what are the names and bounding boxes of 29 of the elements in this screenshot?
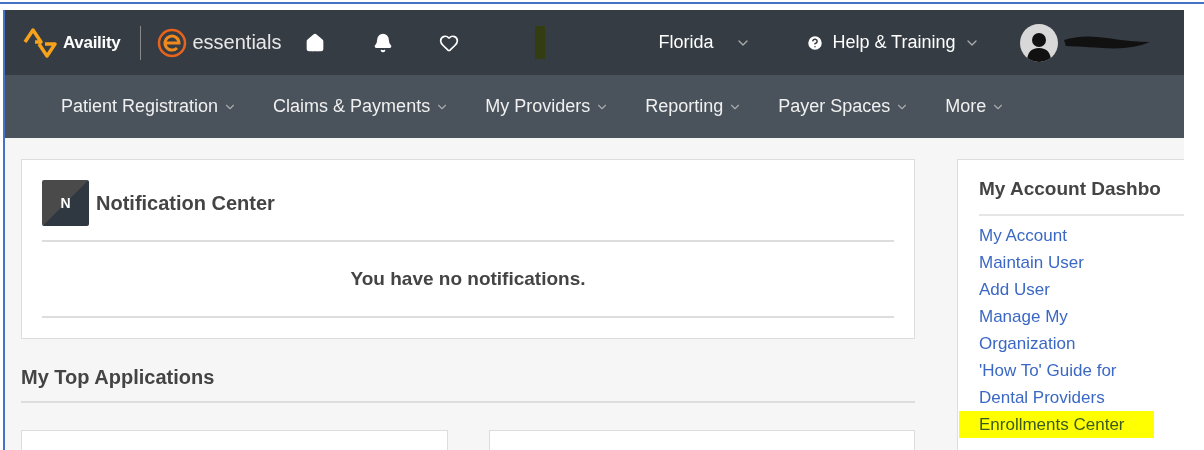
region-dropdown[interactable]: Florida <box>658 32 752 53</box>
nav-menu[interactable]: More <box>945 96 1006 117</box>
help-icon <box>806 33 825 52</box>
nav-menu[interactable]: Payer Spaces <box>778 96 910 117</box>
panel-title: My Account Dashbo <box>979 178 1184 216</box>
dashboard-link[interactable]: Enrollments Center <box>959 411 1154 438</box>
empty-message: You have no notifications. <box>42 242 894 318</box>
help-menu[interactable]: Help & Training <box>806 32 980 53</box>
dashboard-link[interactable]: My Account <box>959 222 1154 249</box>
notifications-icon[interactable] <box>373 32 394 53</box>
dashboard-link[interactable]: Manage My Organization <box>959 303 1154 357</box>
product-name: essentials <box>192 31 282 54</box>
nav-menu[interactable]: Claims & Payments <box>273 96 450 117</box>
dashboard-link[interactable]: Maintain User <box>959 249 1154 276</box>
logo-icon <box>157 27 188 58</box>
redaction-mark <box>535 26 546 59</box>
card-title: Notification Center <box>96 191 275 215</box>
nav-menu[interactable]: Reporting <box>645 96 743 117</box>
dashboard-link[interactable]: 'How To' Guide for Dental Providers <box>959 357 1154 411</box>
avatar-icon[interactable] <box>1019 23 1058 62</box>
heart-icon[interactable] <box>439 32 460 53</box>
notification-badge: N <box>42 180 89 226</box>
section-title: My Top Applications <box>21 366 915 403</box>
dashboard-link[interactable]: Add User <box>959 276 1154 303</box>
logo-icon <box>21 25 59 60</box>
nav-menu[interactable]: My Providers <box>485 96 610 117</box>
brand-name: Availity <box>63 32 121 53</box>
nav-menu[interactable]: Patient Registration <box>61 96 238 117</box>
home-icon[interactable] <box>305 32 326 53</box>
